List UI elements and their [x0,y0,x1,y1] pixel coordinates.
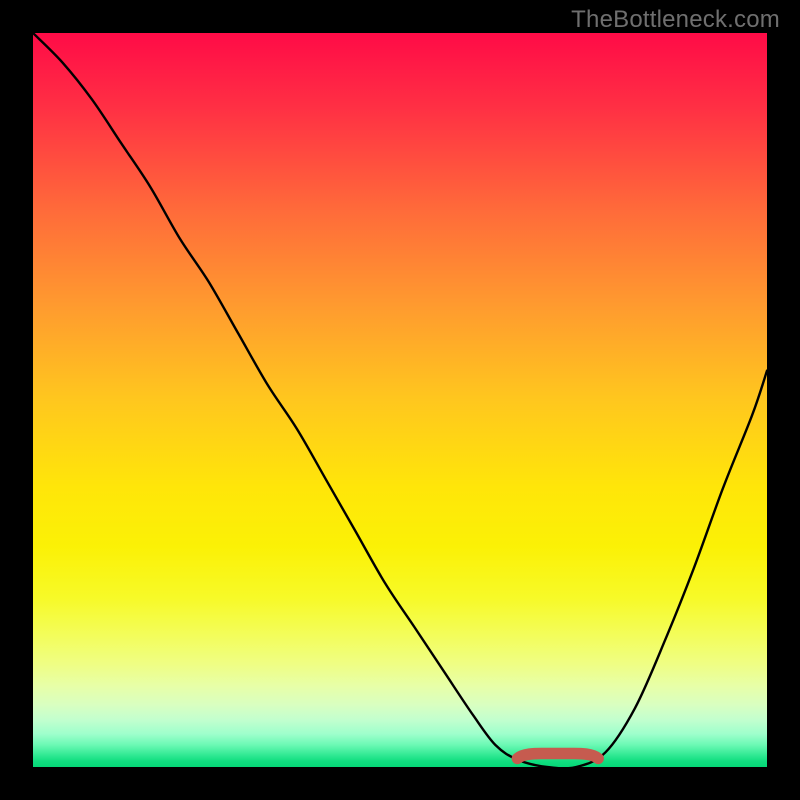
minimum-band [33,33,767,767]
chart-stage: TheBottleneck.com [0,0,800,800]
plot-area [33,33,767,767]
watermark-text: TheBottleneck.com [571,6,780,34]
